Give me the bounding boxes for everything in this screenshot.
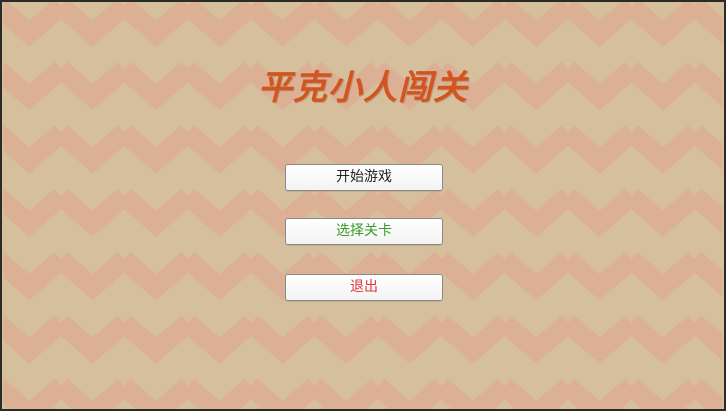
select-level-button[interactable]: 选择关卡: [285, 218, 443, 245]
quit-button[interactable]: 退出: [285, 274, 443, 301]
game-title: 平克小人闯关: [258, 68, 468, 108]
game-window: 平克小人闯关 开始游戏 选择关卡 退出: [0, 0, 726, 411]
start-game-button[interactable]: 开始游戏: [285, 164, 443, 191]
